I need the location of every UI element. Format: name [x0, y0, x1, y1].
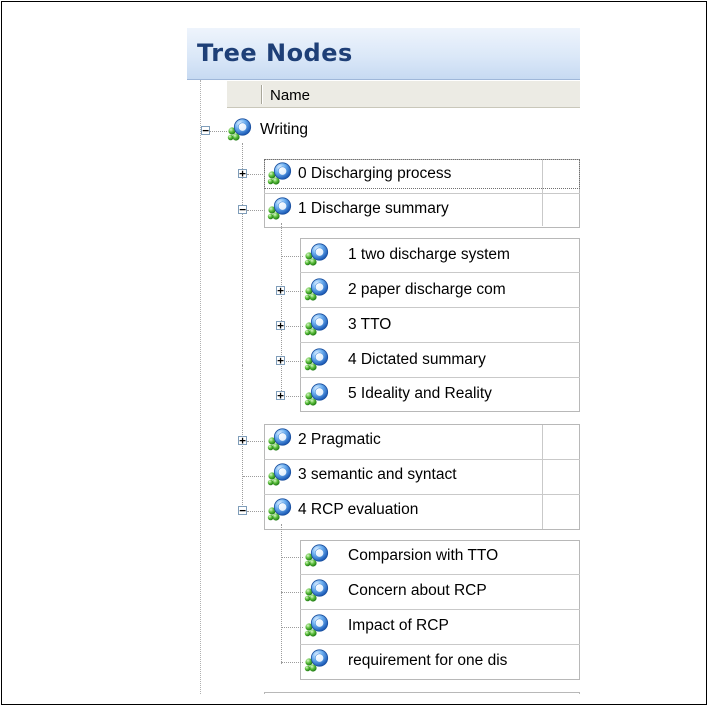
tree-connector	[281, 256, 303, 258]
tree-connector	[247, 511, 265, 513]
node-icon	[227, 117, 253, 141]
tree-guide-line	[200, 80, 202, 694]
node-icon	[267, 161, 293, 185]
expand-icon[interactable]: +	[238, 434, 247, 447]
node-icon	[304, 312, 330, 336]
tree-node-label[interactable]: 2 paper discharge com	[348, 281, 506, 299]
node-icon	[304, 648, 330, 672]
node-icon	[267, 427, 293, 451]
tree-node-label[interactable]: 3 TTO	[348, 316, 391, 334]
node-icon	[267, 462, 293, 486]
collapse-icon[interactable]: −	[201, 124, 210, 137]
tree-group-frame	[264, 692, 580, 694]
row-divider	[300, 342, 580, 343]
tree-node-label[interactable]: 1 two discharge system	[348, 246, 510, 264]
row-divider	[300, 307, 580, 308]
panel-title: Tree Nodes	[197, 39, 353, 67]
expand-icon[interactable]: +	[276, 319, 285, 332]
cell-separator	[542, 425, 543, 529]
tree-node-label[interactable]: requirement for one dis	[348, 652, 507, 670]
name-column-header[interactable]: Name	[227, 81, 580, 108]
tree-connector	[281, 627, 303, 629]
panel-title-bar: Tree Nodes	[187, 28, 580, 80]
node-icon	[304, 242, 330, 266]
row-divider	[300, 574, 580, 575]
tree-connector	[243, 476, 265, 478]
tree-connector	[247, 174, 265, 176]
tree-node-label[interactable]: 0 Discharging process	[298, 165, 451, 183]
node-icon	[304, 277, 330, 301]
tree-connector	[281, 524, 283, 664]
node-icon	[304, 613, 330, 637]
column-separator-highlight	[262, 85, 263, 104]
row-divider	[264, 193, 580, 194]
collapse-icon[interactable]: −	[238, 504, 247, 517]
node-icon	[304, 382, 330, 406]
tree-connector	[281, 223, 283, 395]
tree-node-label[interactable]: 2 Pragmatic	[298, 431, 381, 449]
tree-node-label[interactable]: Impact of RCP	[348, 617, 449, 635]
minus-glyph: −	[202, 124, 209, 137]
row-divider	[300, 377, 580, 378]
plus-glyph: +	[277, 354, 284, 367]
plus-glyph: +	[277, 319, 284, 332]
node-icon	[267, 497, 293, 521]
tree-node-label[interactable]: 5 Ideality and Reality	[348, 385, 492, 403]
row-divider	[264, 494, 580, 495]
tree-connector	[281, 557, 303, 559]
tree-node-label[interactable]: 3 semantic and syntact	[298, 466, 457, 484]
tree-nodes-panel: Tree Nodes Name − Writing + 0 Dischargin…	[187, 28, 580, 694]
tree-node-label[interactable]: Concern about RCP	[348, 582, 487, 600]
expand-icon[interactable]: +	[238, 167, 247, 180]
tree-node-label[interactable]: 1 Discharge summary	[298, 200, 449, 218]
node-icon	[304, 578, 330, 602]
plus-glyph: +	[239, 434, 246, 447]
tree-node-label[interactable]: 4 RCP evaluation	[298, 501, 418, 519]
tree-node-writing[interactable]: Writing	[260, 121, 308, 139]
expand-icon[interactable]: +	[276, 284, 285, 297]
tree-connector	[281, 662, 303, 664]
expand-icon[interactable]: +	[276, 354, 285, 367]
row-divider	[300, 609, 580, 610]
plus-glyph: +	[277, 389, 284, 402]
node-icon	[304, 347, 330, 371]
node-icon	[304, 543, 330, 567]
tree-connector	[247, 441, 265, 443]
minus-glyph: −	[239, 203, 246, 216]
plus-glyph: +	[239, 167, 246, 180]
minus-glyph: −	[239, 504, 246, 517]
plus-glyph: +	[277, 284, 284, 297]
tree-connector	[247, 210, 265, 212]
collapse-icon[interactable]: −	[238, 203, 247, 216]
row-divider	[300, 272, 580, 273]
expand-icon[interactable]: +	[276, 389, 285, 402]
node-icon	[267, 196, 293, 220]
tree-connector	[281, 592, 303, 594]
tree-node-label[interactable]: 4 Dictated summary	[348, 351, 486, 369]
tree-node-label[interactable]: Comparsion with TTO	[348, 547, 498, 565]
row-divider	[300, 644, 580, 645]
name-column-label: Name	[270, 87, 311, 104]
row-divider	[264, 459, 580, 460]
